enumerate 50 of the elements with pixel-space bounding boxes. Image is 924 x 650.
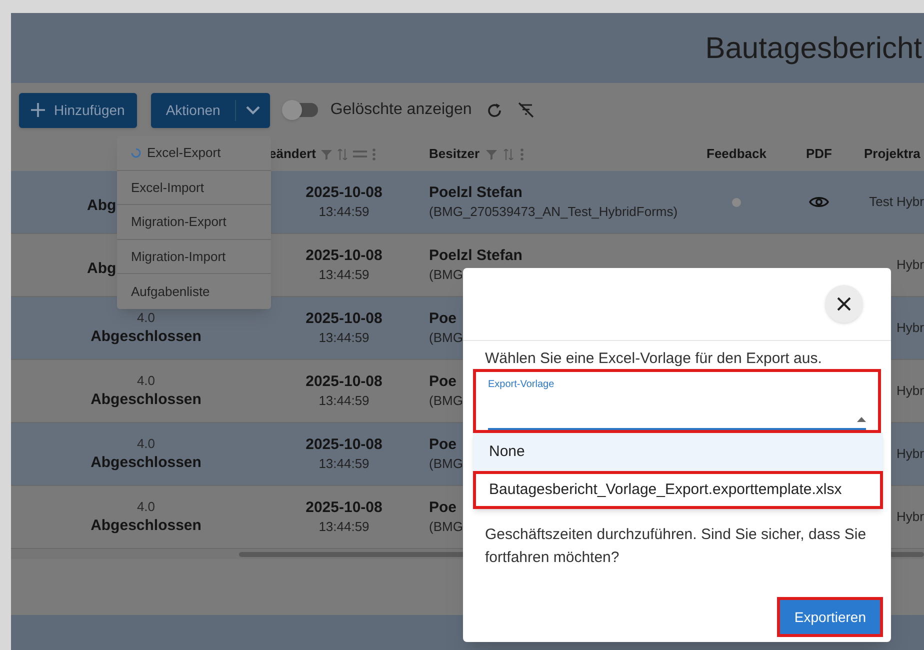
- project-text: Hybr: [896, 445, 924, 464]
- version-text: 4.0: [136, 435, 156, 453]
- project-text: Hybr: [896, 508, 924, 526]
- owner-detail: (BMG: [429, 329, 463, 347]
- time-text: 13:44:59: [318, 266, 370, 284]
- status-text: Abgeschlossen: [90, 453, 202, 473]
- owner-detail: (BMG: [429, 266, 463, 284]
- date-text: 2025-10-08: [306, 435, 382, 455]
- owner-detail: (BMG: [429, 455, 463, 473]
- date-text: 2025-10-08: [306, 183, 382, 203]
- date-text: 2025-10-08: [306, 498, 382, 518]
- owner-name: Poelzl Stefan: [429, 246, 522, 266]
- version-text: 4.0: [136, 372, 156, 390]
- time-text: 13:44:59: [318, 203, 370, 221]
- owner-detail: (BMG: [429, 392, 463, 410]
- version-text: 4.0: [136, 498, 156, 516]
- owner-detail: (BMG_270539473_AN_Test_HybridForms): [429, 203, 678, 221]
- project-text: Hybr: [896, 256, 924, 274]
- date-text: 2025-10-08: [306, 372, 382, 392]
- date-text: 2025-10-08: [306, 309, 382, 329]
- column-header: eändert: [269, 145, 316, 164]
- owner-name: Poe: [429, 498, 457, 518]
- status-text: Abg: [87, 196, 116, 216]
- status-text: Abgeschlossen: [90, 327, 202, 347]
- owner-detail: (BMG: [429, 518, 463, 536]
- owner-name: Poe: [429, 435, 457, 455]
- select-label: Export-Vorlage: [488, 378, 556, 392]
- owner-name: Poelzl Stefan: [429, 183, 522, 203]
- page-title: Bautagesbericht: [705, 30, 922, 66]
- status-text: Abg: [87, 259, 116, 279]
- project-text: Hybr: [896, 382, 924, 400]
- dialog-prompt: Wählen Sie eine Excel-Vorlage für den Export aus.: [485, 349, 823, 369]
- column-header: Besitzer: [429, 145, 480, 164]
- column-header: Feedback: [706, 145, 766, 164]
- owner-name: Poe: [429, 309, 457, 329]
- time-text: 13:44:59: [318, 455, 370, 473]
- column-header: Projektra: [864, 145, 920, 164]
- time-text: 13:44:59: [318, 518, 370, 536]
- project-text: Test Hybr: [869, 193, 924, 212]
- column-header: PDF: [806, 145, 832, 164]
- toggle-label: Gelöschte anzeigen: [330, 100, 472, 120]
- dialog-message: Geschäftszeiten durchzuführen. Sind Sie sicher, dass Sie fortfahren möchten?: [485, 525, 868, 568]
- status-text: Abgeschlossen: [90, 516, 202, 536]
- project-text: Hybr: [896, 319, 924, 338]
- date-text: 2025-10-08: [306, 246, 382, 266]
- owner-name: Poe: [429, 372, 457, 392]
- version-text: 4.0: [136, 309, 156, 327]
- time-text: 13:44:59: [318, 392, 370, 410]
- time-text: 13:44:59: [318, 329, 370, 347]
- status-text: Abgeschlossen: [90, 390, 202, 410]
